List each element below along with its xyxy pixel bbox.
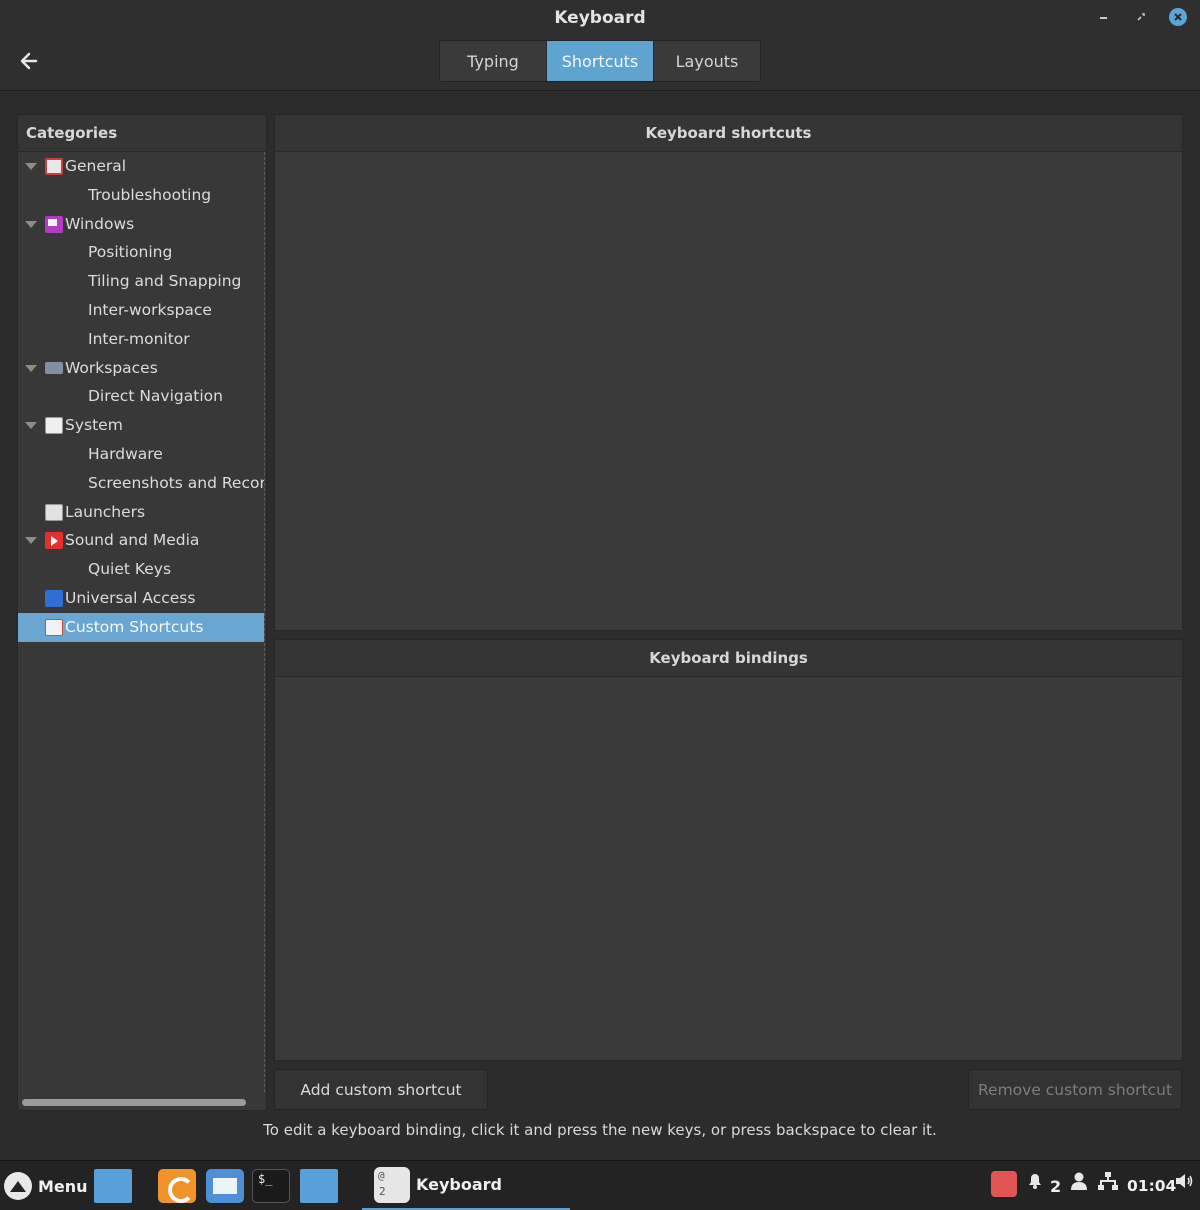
- expander-arrow-icon[interactable]: [25, 537, 37, 545]
- workspaces-icon: [45, 361, 63, 374]
- categories-header: Categories: [18, 115, 266, 152]
- category-item[interactable]: Screenshots and Recordir: [18, 469, 264, 498]
- main-content: Categories General Troubleshooting Windows…: [0, 92, 1200, 1158]
- system-icon: [45, 417, 63, 435]
- firefox-launcher-icon[interactable]: [158, 1169, 196, 1203]
- keyboard-shortcuts-panel: Keyboard shortcuts: [274, 114, 1183, 631]
- category-label: Hardware: [88, 444, 163, 463]
- category-item[interactable]: Universal Access: [18, 584, 264, 613]
- category-label: System: [65, 416, 123, 435]
- category-label: Windows: [65, 214, 135, 233]
- clock[interactable]: 01:04: [1127, 1171, 1176, 1201]
- category-item[interactable]: Workspaces: [18, 354, 264, 383]
- universal-access-icon: [45, 589, 63, 607]
- menu-logo-icon: [4, 1172, 32, 1200]
- taskbar-keyboard-label: Keyboard: [416, 1175, 502, 1194]
- tab-typing[interactable]: Typing: [440, 41, 547, 81]
- categories-pane: Categories General Troubleshooting Windows…: [17, 114, 267, 1111]
- category-item[interactable]: Inter-workspace: [18, 296, 264, 325]
- launchers-icon: [45, 503, 63, 521]
- category-label: Custom Shortcuts: [65, 617, 204, 636]
- network-icon[interactable]: [1097, 1171, 1119, 1191]
- show-desktop-launcher-icon[interactable]: [94, 1169, 132, 1203]
- category-label: Troubleshooting: [88, 185, 212, 204]
- category-label: Workspaces: [65, 358, 158, 377]
- back-arrow-icon: [20, 52, 38, 70]
- menu-button[interactable]: Menu: [4, 1169, 88, 1203]
- maximize-button[interactable]: [1132, 8, 1150, 26]
- category-item[interactable]: Quiet Keys: [18, 555, 264, 584]
- category-item[interactable]: Inter-monitor: [18, 325, 264, 354]
- category-item[interactable]: Direct Navigation: [18, 382, 264, 411]
- category-item[interactable]: Sound and Media: [18, 526, 264, 555]
- notifications-icon[interactable]: [1025, 1171, 1045, 1191]
- tab-layouts[interactable]: Layouts: [654, 41, 760, 81]
- menu-label: Menu: [38, 1176, 88, 1196]
- category-label: Screenshots and Recordir: [88, 473, 265, 492]
- keyboard-app-icon: @ 2: [374, 1166, 410, 1203]
- category-label: Sound and Media: [65, 531, 200, 550]
- maximize-icon: [1137, 13, 1145, 21]
- category-label: Tiling and Snapping: [88, 272, 242, 291]
- keyboard-icon-top-glyph: @: [378, 1168, 385, 1182]
- category-item[interactable]: General: [18, 152, 264, 181]
- keyboard-bindings-header: Keyboard bindings: [275, 640, 1182, 677]
- tab-shortcuts[interactable]: Shortcuts: [547, 41, 654, 81]
- taskbar: Menu @ 2 Keyboard 2 01:04: [0, 1160, 1200, 1210]
- tab-bar: Typing Shortcuts Layouts: [439, 40, 761, 82]
- category-label: Direct Navigation: [88, 387, 223, 406]
- general-icon: [45, 158, 63, 175]
- expander-arrow-icon[interactable]: [25, 163, 37, 170]
- horizontal-scrollbar[interactable]: [22, 1099, 246, 1106]
- header-bar: Keyboard Typing Shortcuts Layouts: [0, 0, 1200, 91]
- hint-text: To edit a keyboard binding, click it and…: [263, 1121, 937, 1139]
- back-button[interactable]: [14, 48, 44, 74]
- windows-icon: [45, 215, 63, 233]
- categories-list[interactable]: General Troubleshooting Windows Positioning…: [18, 152, 265, 1092]
- sound-media-icon: [45, 532, 63, 550]
- category-label: General: [65, 157, 127, 175]
- expander-arrow-icon[interactable]: [25, 220, 37, 228]
- close-button[interactable]: [1169, 8, 1187, 26]
- category-item[interactable]: Positioning: [18, 238, 264, 267]
- category-label: Launchers: [65, 502, 146, 521]
- expander-arrow-icon[interactable]: [25, 422, 37, 430]
- category-item[interactable]: Custom Shortcuts: [18, 612, 264, 642]
- category-label: Inter-monitor: [88, 329, 190, 348]
- minimize-button[interactable]: [1095, 8, 1113, 26]
- mail-launcher-icon[interactable]: [206, 1169, 244, 1203]
- category-item[interactable]: Tiling and Snapping: [18, 267, 264, 296]
- taskbar-keyboard-task[interactable]: @ 2 Keyboard: [362, 1161, 570, 1210]
- volume-icon[interactable]: [1174, 1171, 1194, 1191]
- category-label: Inter-workspace: [88, 300, 212, 319]
- category-label: Universal Access: [65, 588, 196, 607]
- category-item[interactable]: Hardware: [18, 440, 264, 469]
- add-custom-shortcut-button[interactable]: Add custom shortcut: [274, 1069, 488, 1110]
- window-title: Keyboard: [554, 8, 646, 28]
- category-label: Quiet Keys: [88, 560, 172, 579]
- keyboard-icon-bottom-glyph: 2: [379, 1184, 386, 1198]
- terminal-launcher-icon[interactable]: [252, 1169, 290, 1203]
- expander-arrow-icon[interactable]: [25, 364, 37, 372]
- category-item[interactable]: Troubleshooting: [18, 181, 264, 210]
- category-item[interactable]: System: [18, 411, 264, 440]
- category-item[interactable]: Windows: [18, 210, 264, 239]
- category-label: Positioning: [88, 243, 173, 262]
- keyboard-shortcuts-header: Keyboard shortcuts: [275, 115, 1182, 152]
- category-item[interactable]: Launchers: [18, 498, 264, 527]
- notification-count: 2: [1050, 1176, 1062, 1196]
- custom-shortcuts-icon: [45, 618, 63, 636]
- close-icon: [1174, 13, 1182, 21]
- files-launcher-icon[interactable]: [300, 1169, 338, 1203]
- keyboard-bindings-panel: Keyboard bindings: [274, 639, 1183, 1061]
- user-icon[interactable]: [1070, 1171, 1088, 1191]
- update-manager-icon[interactable]: [991, 1171, 1017, 1197]
- remove-custom-shortcut-button[interactable]: Remove custom shortcut: [968, 1069, 1182, 1110]
- minimize-icon: [1100, 17, 1107, 19]
